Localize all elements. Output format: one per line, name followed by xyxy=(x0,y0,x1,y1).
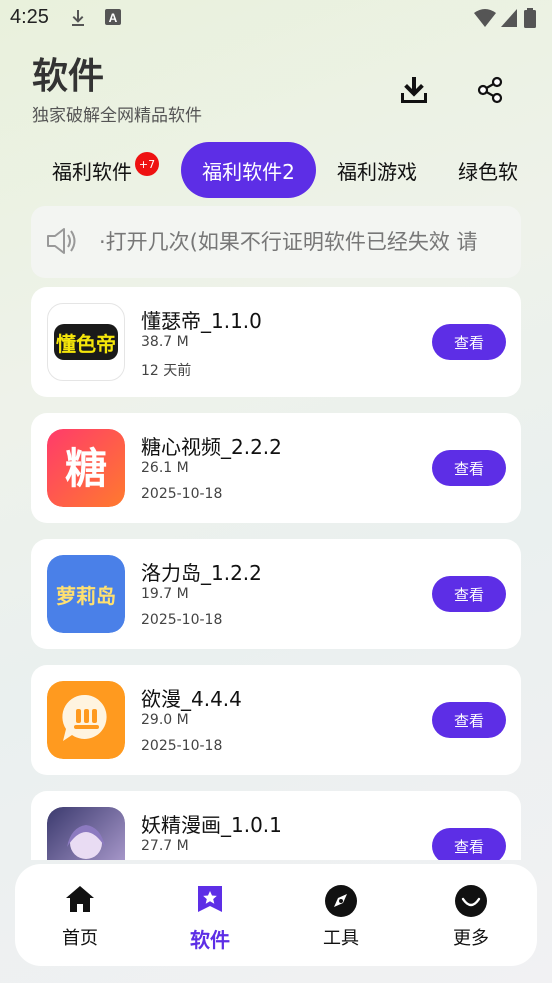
app-size: 26.1 M xyxy=(141,460,189,476)
tab-welfare-games[interactable]: 福利游戏 xyxy=(326,142,428,198)
nav-label: 更多 xyxy=(453,928,489,949)
view-button[interactable]: 查看 xyxy=(432,828,506,860)
more-smile-icon xyxy=(455,885,487,917)
keyboard-status-icon: A xyxy=(104,8,122,30)
app-icon-text: 萝莉岛 xyxy=(56,584,116,608)
app-icon xyxy=(47,807,125,860)
share-icon xyxy=(477,76,503,104)
notice-text: ·打开几次(如果不行证明软件已经失效 请 xyxy=(99,230,478,254)
app-list[interactable]: 懂色帝 懂瑟帝_1.1.0 38.7 M 12 天前 查看 糖 糖心视频_2.2… xyxy=(31,287,521,860)
app-icon: 萝莉岛 xyxy=(47,555,125,633)
app-icon-text: 懂色帝 xyxy=(56,332,116,356)
bottom-navigation: 首页 软件 工具 更多 xyxy=(15,864,537,966)
app-size: 27.7 M xyxy=(141,838,189,854)
app-name: 懂瑟帝_1.1.0 xyxy=(141,309,262,333)
page-subtitle: 独家破解全网精品软件 xyxy=(32,106,202,126)
tab-badge: +7 xyxy=(135,152,159,176)
category-tabs: 福利软件 +7 福利软件2 福利游戏 绿色软 xyxy=(0,142,552,198)
app-icon: 糖 xyxy=(47,429,125,507)
app-icon-text: 糖 xyxy=(65,444,107,493)
app-date: 2025-10-18 xyxy=(141,486,223,502)
view-button[interactable]: 查看 xyxy=(432,324,506,360)
nav-software[interactable]: 软件 xyxy=(170,884,250,954)
nav-tools[interactable]: 工具 xyxy=(301,884,381,954)
page-header: 软件 独家破解全网精品软件 xyxy=(32,55,202,126)
tab-label: 福利软件2 xyxy=(202,159,295,184)
app-icon: 懂色帝 xyxy=(47,303,125,381)
app-name: 洛力岛_1.2.2 xyxy=(141,561,262,585)
signal-icon xyxy=(500,8,518,32)
app-card[interactable]: 懂色帝 懂瑟帝_1.1.0 38.7 M 12 天前 查看 xyxy=(31,287,521,397)
app-size: 29.0 M xyxy=(141,712,189,728)
app-card[interactable]: 萝莉岛 洛力岛_1.2.2 19.7 M 2025-10-18 查看 xyxy=(31,539,521,649)
app-date: 12 天前 xyxy=(141,363,192,379)
nav-label: 首页 xyxy=(62,928,98,949)
app-name: 欲漫_4.4.4 xyxy=(141,687,242,711)
view-button[interactable]: 查看 xyxy=(432,702,506,738)
app-date: 2025-10-18 xyxy=(141,738,223,754)
share-button[interactable] xyxy=(472,72,508,108)
notice-bar[interactable]: ·打开几次(如果不行证明软件已经失效 请 xyxy=(31,206,521,278)
bookmark-star-icon xyxy=(198,886,222,912)
download-icon xyxy=(401,77,427,103)
app-name: 糖心视频_2.2.2 xyxy=(141,435,282,459)
svg-text:A: A xyxy=(109,11,118,25)
compass-icon xyxy=(325,885,357,917)
nav-home[interactable]: 首页 xyxy=(40,884,120,954)
tab-welfare-software-2[interactable]: 福利软件2 xyxy=(181,142,316,198)
status-time: 4:25 xyxy=(10,6,49,28)
download-status-icon xyxy=(68,8,88,32)
tab-label: 福利软件 xyxy=(52,159,132,184)
tab-label: 绿色软 xyxy=(458,159,518,184)
view-button[interactable]: 查看 xyxy=(432,450,506,486)
tab-green-software[interactable]: 绿色软 xyxy=(448,142,552,198)
wifi-icon xyxy=(474,8,496,32)
nav-label: 软件 xyxy=(190,928,230,952)
status-bar: 4:25 A xyxy=(0,0,552,36)
app-size: 38.7 M xyxy=(141,334,189,350)
nav-label: 工具 xyxy=(323,928,359,949)
battery-icon xyxy=(524,8,536,32)
page-title: 软件 xyxy=(32,56,105,97)
speaker-icon xyxy=(45,224,79,262)
app-name: 妖精漫画_1.0.1 xyxy=(141,813,282,837)
nav-more[interactable]: 更多 xyxy=(431,884,511,954)
view-button[interactable]: 查看 xyxy=(432,576,506,612)
app-card[interactable]: 糖 糖心视频_2.2.2 26.1 M 2025-10-18 查看 xyxy=(31,413,521,523)
app-date: 2025-10-18 xyxy=(141,612,223,628)
app-size: 19.7 M xyxy=(141,586,189,602)
tab-label: 福利游戏 xyxy=(337,159,417,184)
app-card[interactable]: 妖精漫画_1.0.1 27.7 M 查看 xyxy=(31,791,521,860)
home-icon xyxy=(66,886,94,912)
tab-welfare-software[interactable]: 福利软件 xyxy=(40,142,144,198)
app-icon xyxy=(47,681,125,759)
download-button[interactable] xyxy=(396,72,432,108)
app-card[interactable]: 欲漫_4.4.4 29.0 M 2025-10-18 查看 xyxy=(31,665,521,775)
